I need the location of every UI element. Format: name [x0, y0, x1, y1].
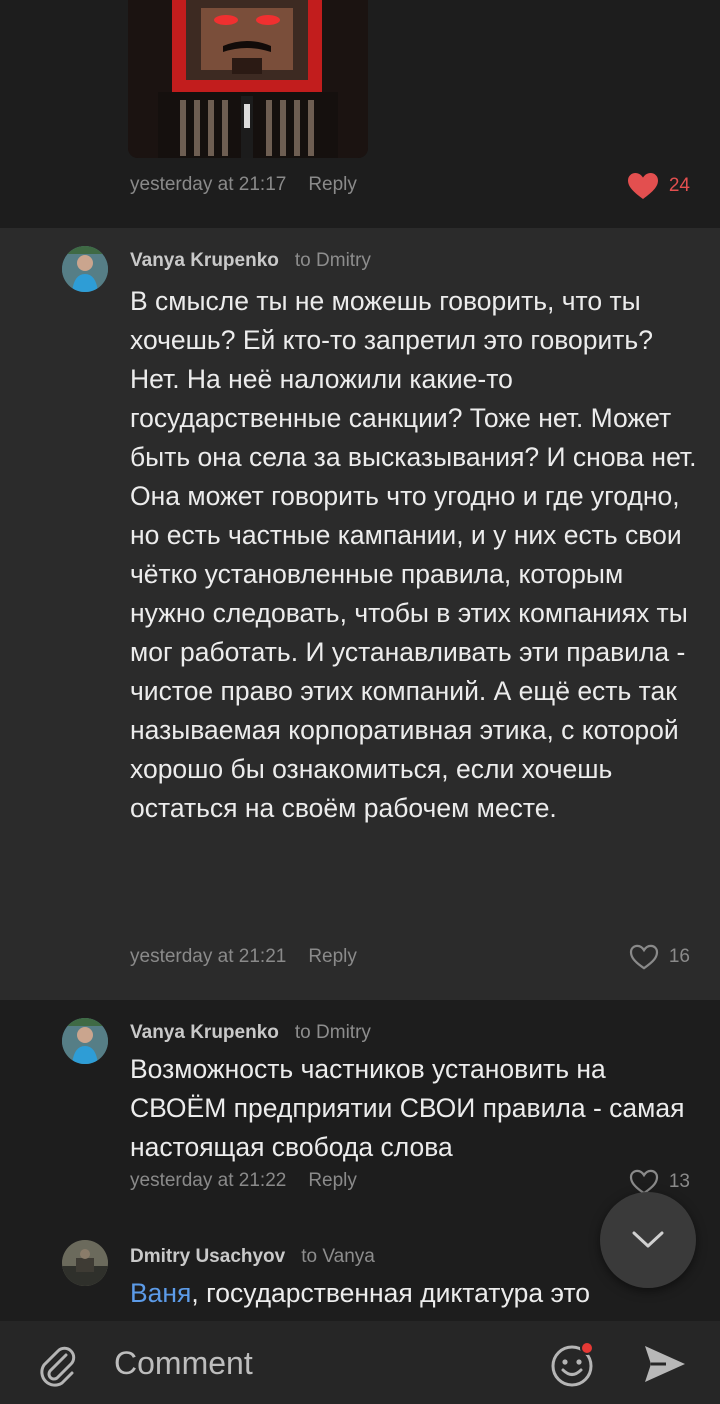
send-icon[interactable]: [642, 1343, 688, 1385]
reply-button[interactable]: Reply: [308, 946, 357, 967]
avatar[interactable]: [62, 1240, 108, 1286]
author-name[interactable]: Vanya Krupenko: [130, 1022, 279, 1043]
like-count: 16: [668, 946, 690, 967]
timestamp: yesterday at 21:22: [130, 1170, 287, 1191]
reply-target[interactable]: to Dmitry: [295, 1022, 371, 1043]
author-name[interactable]: Vanya Krupenko: [130, 250, 279, 271]
comment-meta: yesterday at 21:22 Reply: [130, 1170, 357, 1192]
comment-text: Ваня, государственная диктатура это: [130, 1274, 700, 1313]
heart-outline-icon: [629, 944, 658, 970]
reply-button[interactable]: Reply: [308, 1170, 357, 1191]
like-count: 13: [668, 1171, 690, 1192]
comment-author: Dmitry Usachyov to Vanya: [130, 1246, 375, 1268]
reply-button[interactable]: Reply: [308, 174, 357, 195]
comment-text-body: , государственная диктатура это: [191, 1278, 591, 1308]
reply-target[interactable]: to Vanya: [301, 1246, 375, 1267]
chevron-down-icon: [632, 1231, 664, 1248]
comment-author: Vanya Krupenko to Dmitry: [130, 1022, 371, 1044]
comment-input[interactable]: [114, 1341, 514, 1385]
mention-link[interactable]: Ваня: [130, 1278, 191, 1308]
timestamp: yesterday at 21:17: [130, 174, 287, 195]
emoji-icon: [551, 1341, 594, 1387]
like-button[interactable]: 16: [629, 944, 690, 970]
heart-icon: [627, 173, 658, 199]
scroll-down-button[interactable]: [600, 1192, 696, 1288]
like-count: 24: [668, 175, 690, 196]
like-button[interactable]: 24: [627, 172, 690, 200]
comment-author: Vanya Krupenko to Dmitry: [130, 250, 371, 272]
comment-text: В смысле ты не можешь говорить, что ты х…: [130, 286, 697, 823]
like-button[interactable]: 13: [629, 1169, 690, 1195]
avatar[interactable]: [62, 246, 108, 292]
paperclip-icon[interactable]: [34, 1341, 80, 1387]
comment-image[interactable]: [128, 0, 368, 158]
comment-block-2: Vanya Krupenko to Dmitry В смысле ты не м…: [0, 228, 720, 1000]
comment-composer: [0, 1321, 720, 1404]
comment-meta: yesterday at 21:21 Reply: [130, 946, 357, 968]
comment-block-1: yesterday at 21:17 Reply 24: [0, 0, 720, 228]
author-name[interactable]: Dmitry Usachyov: [130, 1246, 285, 1267]
heart-outline-icon: [629, 1169, 658, 1195]
timestamp: yesterday at 21:21: [130, 946, 287, 967]
emoji-button[interactable]: [548, 1339, 598, 1389]
comment-text: Возможность частников установить на СВОЁ…: [130, 1054, 685, 1162]
comment-meta: yesterday at 21:17 Reply: [130, 174, 357, 196]
avatar[interactable]: [62, 1018, 108, 1064]
reply-target[interactable]: to Dmitry: [295, 250, 371, 271]
comment-block-3: Vanya Krupenko to Dmitry Возможность част…: [0, 1000, 720, 1216]
